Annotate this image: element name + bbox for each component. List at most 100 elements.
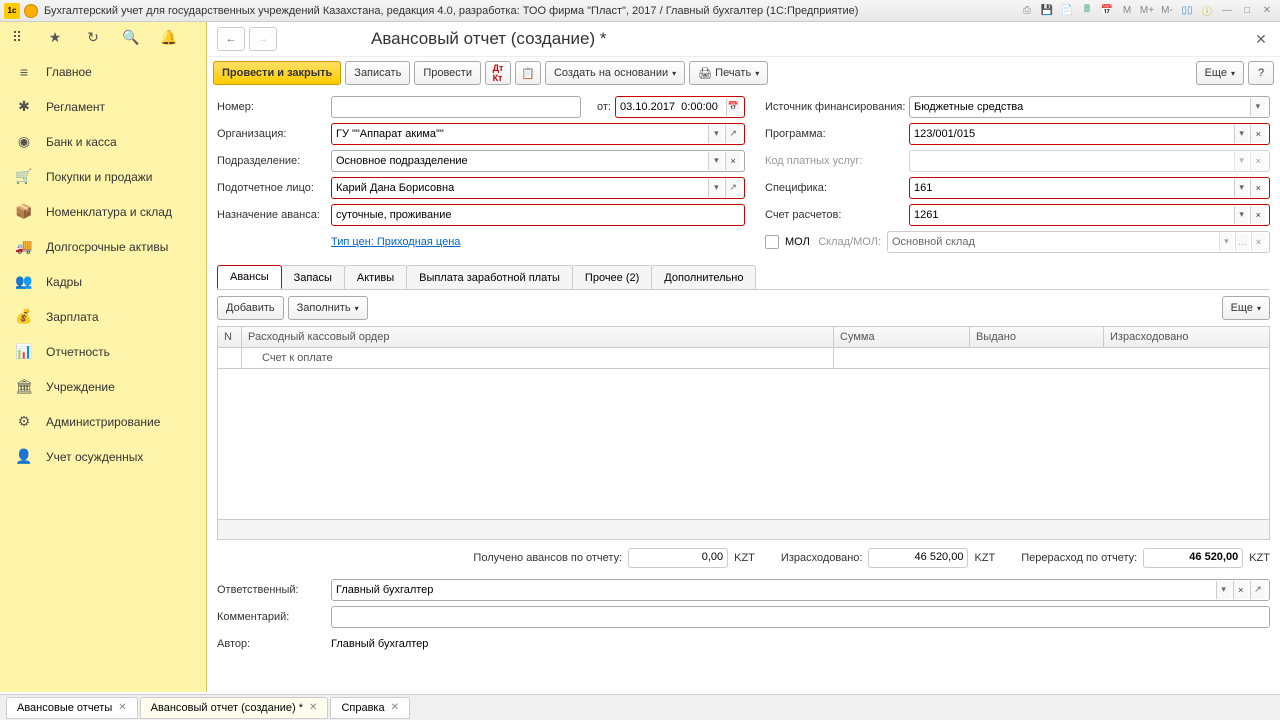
more-button[interactable]: Еще▾ bbox=[1196, 61, 1244, 85]
sidebar-item-assets[interactable]: 🚚Долгосрочные активы bbox=[0, 229, 206, 264]
col-order[interactable]: Расходный кассовый ордер bbox=[242, 327, 834, 347]
clear-icon[interactable]: × bbox=[725, 152, 740, 170]
doc-icon[interactable]: 📄 bbox=[1058, 3, 1076, 19]
print-icon[interactable]: ⎙ bbox=[1018, 3, 1036, 19]
person-field[interactable]: ▾↗ bbox=[331, 177, 745, 199]
chevron-down-icon[interactable]: ▾ bbox=[1216, 581, 1231, 599]
close-page-button[interactable]: ✕ bbox=[1252, 30, 1270, 48]
tab-advances[interactable]: Авансы bbox=[217, 265, 282, 289]
back-button[interactable]: ← bbox=[217, 27, 245, 51]
print-button[interactable]: 🖨 Печать▾ bbox=[689, 61, 768, 85]
date-field[interactable]: 📅 bbox=[615, 96, 745, 118]
chevron-down-icon[interactable]: ▾ bbox=[1234, 125, 1249, 143]
close-icon[interactable]: ✕ bbox=[1258, 3, 1276, 19]
resp-field[interactable]: ▾×↗ bbox=[331, 579, 1270, 601]
col-sum[interactable]: Сумма bbox=[834, 327, 970, 347]
clear-icon[interactable]: × bbox=[1250, 125, 1265, 143]
tab-assets[interactable]: Активы bbox=[344, 265, 407, 289]
col-issued[interactable]: Выдано bbox=[970, 327, 1104, 347]
sidebar-item-salary[interactable]: 💰Зарплата bbox=[0, 299, 206, 334]
create-based-button[interactable]: Создать на основании▾ bbox=[545, 61, 685, 85]
history-icon[interactable]: ↻ bbox=[84, 29, 102, 47]
sidebar-item-sales[interactable]: 🛒Покупки и продажи bbox=[0, 159, 206, 194]
calendar-icon[interactable]: 📅 bbox=[1098, 3, 1116, 19]
sidebar-item-admin[interactable]: ⚙Администрирование bbox=[0, 404, 206, 439]
chevron-down-icon[interactable]: ▾ bbox=[708, 152, 723, 170]
sidebar-item-convicts[interactable]: 👤Учет осужденных bbox=[0, 439, 206, 474]
calc-icon[interactable]: 🖩 bbox=[1078, 3, 1096, 19]
save-icon[interactable]: 💾 bbox=[1038, 3, 1056, 19]
post-button[interactable]: Провести bbox=[414, 61, 481, 85]
mol-checkbox[interactable] bbox=[765, 235, 779, 249]
star-icon[interactable]: ★ bbox=[46, 29, 64, 47]
post-close-button[interactable]: Провести и закрыть bbox=[213, 61, 341, 85]
open-icon[interactable]: ↗ bbox=[725, 179, 740, 197]
forward-button[interactable]: → bbox=[249, 27, 277, 51]
minimize-icon[interactable]: — bbox=[1218, 3, 1236, 19]
app-menu-icon[interactable] bbox=[24, 4, 38, 18]
spec-field[interactable]: ▾× bbox=[909, 177, 1270, 199]
tab-stocks[interactable]: Запасы bbox=[281, 265, 345, 289]
purpose-field[interactable] bbox=[331, 204, 745, 226]
col-spent[interactable]: Израсходовано bbox=[1104, 327, 1269, 347]
chevron-down-icon[interactable]: ▾ bbox=[1250, 98, 1265, 116]
sidebar-item-bank[interactable]: ◉Банк и касса bbox=[0, 124, 206, 159]
price-type-link[interactable]: Тип цен: Приходная цена bbox=[331, 236, 460, 248]
bell-icon[interactable]: 🔔 bbox=[160, 29, 178, 47]
report-button[interactable]: 📋 bbox=[515, 61, 541, 85]
funding-field[interactable]: ▾ bbox=[909, 96, 1270, 118]
dept-field[interactable]: ▾× bbox=[331, 150, 745, 172]
printer-icon: 🖨 bbox=[698, 67, 712, 80]
close-tab-icon[interactable]: ✕ bbox=[309, 702, 317, 713]
purpose-label: Назначение аванса: bbox=[217, 209, 331, 221]
number-field[interactable] bbox=[331, 96, 581, 118]
comment-field[interactable] bbox=[331, 606, 1270, 628]
sidebar-item-reglament[interactable]: ✱Регламент bbox=[0, 89, 206, 124]
add-button[interactable]: Добавить bbox=[217, 296, 284, 320]
btab-reports[interactable]: Авансовые отчеты✕ bbox=[6, 697, 138, 719]
clear-icon[interactable]: × bbox=[1250, 206, 1265, 224]
help-icon[interactable]: ⓘ bbox=[1198, 3, 1216, 19]
close-tab-icon[interactable]: ✕ bbox=[391, 702, 399, 713]
chevron-down-icon[interactable]: ▾ bbox=[1234, 206, 1249, 224]
help-button[interactable]: ? bbox=[1248, 61, 1274, 85]
fill-button[interactable]: Заполнить▾ bbox=[288, 296, 368, 320]
calendar-picker-icon[interactable]: 📅 bbox=[726, 98, 740, 116]
btab-help[interactable]: Справка✕ bbox=[330, 697, 410, 719]
m-minus-icon[interactable]: M- bbox=[1158, 3, 1176, 19]
apps-icon[interactable]: ⠿ bbox=[8, 29, 26, 47]
sidebar-item-institution[interactable]: 🏛Учреждение bbox=[0, 369, 206, 404]
grid-body[interactable] bbox=[218, 369, 1269, 519]
tab-salary[interactable]: Выплата заработной платы bbox=[406, 265, 573, 289]
subcol-invoice[interactable]: Счет к оплате bbox=[242, 348, 834, 368]
btab-create[interactable]: Авансовый отчет (создание) *✕ bbox=[140, 697, 329, 719]
clear-icon[interactable]: × bbox=[1233, 581, 1248, 599]
program-field[interactable]: ▾× bbox=[909, 123, 1270, 145]
sidebar-item-reports[interactable]: 📊Отчетность bbox=[0, 334, 206, 369]
write-button[interactable]: Записать bbox=[345, 61, 410, 85]
tab-additional[interactable]: Дополнительно bbox=[651, 265, 756, 289]
open-icon[interactable]: ↗ bbox=[725, 125, 740, 143]
dk-button[interactable]: ДтКт bbox=[485, 61, 511, 85]
m-plus-icon[interactable]: M+ bbox=[1138, 3, 1156, 19]
maximize-icon[interactable]: □ bbox=[1238, 3, 1256, 19]
chevron-down-icon: ▾ bbox=[1234, 152, 1249, 170]
sidebar-item-stock[interactable]: 📦Номенклатура и склад bbox=[0, 194, 206, 229]
sidebar-item-main[interactable]: ≡Главное bbox=[0, 54, 206, 89]
org-field[interactable]: ▾↗ bbox=[331, 123, 745, 145]
program-label: Программа: bbox=[765, 128, 909, 140]
open-icon[interactable]: ↗ bbox=[1250, 581, 1265, 599]
sidebar-item-hr[interactable]: 👥Кадры bbox=[0, 264, 206, 299]
panel-icon[interactable]: ▯▯ bbox=[1178, 3, 1196, 19]
chevron-down-icon[interactable]: ▾ bbox=[1234, 179, 1249, 197]
chevron-down-icon[interactable]: ▾ bbox=[708, 179, 723, 197]
more-grid-button[interactable]: Еще▾ bbox=[1222, 296, 1270, 320]
clear-icon[interactable]: × bbox=[1250, 179, 1265, 197]
close-tab-icon[interactable]: ✕ bbox=[118, 702, 126, 713]
search-icon[interactable]: 🔍 bbox=[122, 29, 140, 47]
m-icon[interactable]: M bbox=[1118, 3, 1136, 19]
chevron-down-icon[interactable]: ▾ bbox=[708, 125, 723, 143]
tab-other[interactable]: Прочее (2) bbox=[572, 265, 652, 289]
col-n[interactable]: N bbox=[218, 327, 242, 347]
acct-field[interactable]: ▾× bbox=[909, 204, 1270, 226]
